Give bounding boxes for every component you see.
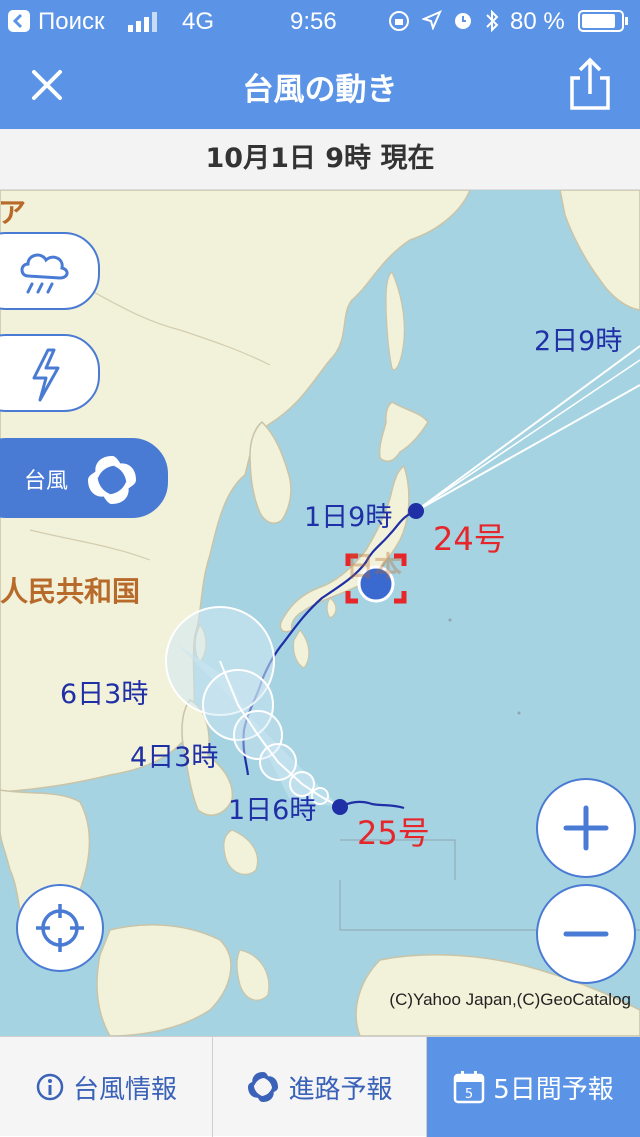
tab-typhoon-info[interactable]: 台風情報 xyxy=(0,1037,213,1137)
calendar-icon: 5 xyxy=(453,1071,485,1104)
nav-bar: 台風の動き xyxy=(0,42,640,129)
tab-track-forecast[interactable]: 進路予報 xyxy=(213,1037,427,1137)
typhoon-layer-button[interactable]: 台風 xyxy=(0,438,168,518)
tab-bar: 台風情報 進路予報 5 5日間予報 xyxy=(0,1036,640,1137)
back-to-app-icon[interactable] xyxy=(8,10,30,32)
typhoon-24-number: 24号 xyxy=(433,520,506,558)
network-label: 4G xyxy=(182,8,215,35)
plus-icon xyxy=(563,805,609,851)
carrier-label: Поиск xyxy=(38,8,105,35)
typhoon-map[interactable]: ア 人民共和国 日本 2日9時 1日9時 24号 6日3時 4日3時 1日6時 … xyxy=(0,190,640,1036)
typhoon-25-number: 25号 xyxy=(357,814,430,852)
lightning-layer-button[interactable] xyxy=(0,334,100,412)
japan-label: 日本 xyxy=(346,550,403,583)
current-location-button[interactable] xyxy=(16,884,104,972)
tab-5day-forecast[interactable]: 5 5日間予報 xyxy=(427,1037,640,1137)
info-icon xyxy=(36,1073,64,1101)
signal-icon xyxy=(128,12,157,32)
rain-cloud-icon xyxy=(20,253,69,294)
zoom-in-button[interactable] xyxy=(536,778,636,878)
typhoon-25-time-label: 1日6時 xyxy=(228,795,317,826)
typhoon-layer-label: 台風 xyxy=(24,469,69,494)
rain-layer-button[interactable] xyxy=(0,232,100,310)
typhoon-25-forecast-label-6d: 6日3時 xyxy=(60,679,149,710)
tab-5day-forecast-label: 5日間予報 xyxy=(493,1074,614,1105)
battery-icon xyxy=(578,10,628,32)
lightning-icon xyxy=(32,348,60,402)
typhoon-24-time-label: 1日9時 xyxy=(304,502,393,533)
tab-typhoon-info-label: 台風情報 xyxy=(72,1074,177,1105)
typhoon-24-forecast-label: 2日9時 xyxy=(534,326,623,357)
china-label: 人民共和国 xyxy=(0,575,141,608)
current-time-banner: 10月1日 9時 現在 xyxy=(0,129,640,190)
typhoon-icon xyxy=(88,456,136,504)
orientation-lock-icon xyxy=(389,11,409,31)
clock: 9:56 xyxy=(290,8,337,35)
tab-track-forecast-label: 進路予報 xyxy=(288,1074,393,1105)
asia-label: ア xyxy=(0,196,27,229)
map-copyright: (C)Yahoo Japan,(C)GeoCatalog xyxy=(389,990,631,1009)
crosshair-icon xyxy=(36,904,84,952)
typhoon-24-track xyxy=(242,345,640,776)
typhoon-25-forecast-label-4d: 4日3時 xyxy=(130,742,219,773)
location-icon xyxy=(422,10,442,30)
minus-icon xyxy=(563,931,609,937)
hokkaido xyxy=(378,401,429,463)
battery-percent: 80 % xyxy=(510,8,565,35)
bluetooth-icon xyxy=(486,9,499,33)
status-bar: Поиск 4G 9:56 80 % xyxy=(0,0,640,42)
korea xyxy=(249,420,292,524)
alarm-icon xyxy=(455,13,471,29)
share-icon[interactable] xyxy=(564,56,616,112)
page-title: 台風の動き xyxy=(242,72,398,108)
typhoon-icon xyxy=(248,1072,279,1102)
calendar-icon-number: 5 xyxy=(465,1087,473,1102)
zoom-out-button[interactable] xyxy=(536,884,636,984)
